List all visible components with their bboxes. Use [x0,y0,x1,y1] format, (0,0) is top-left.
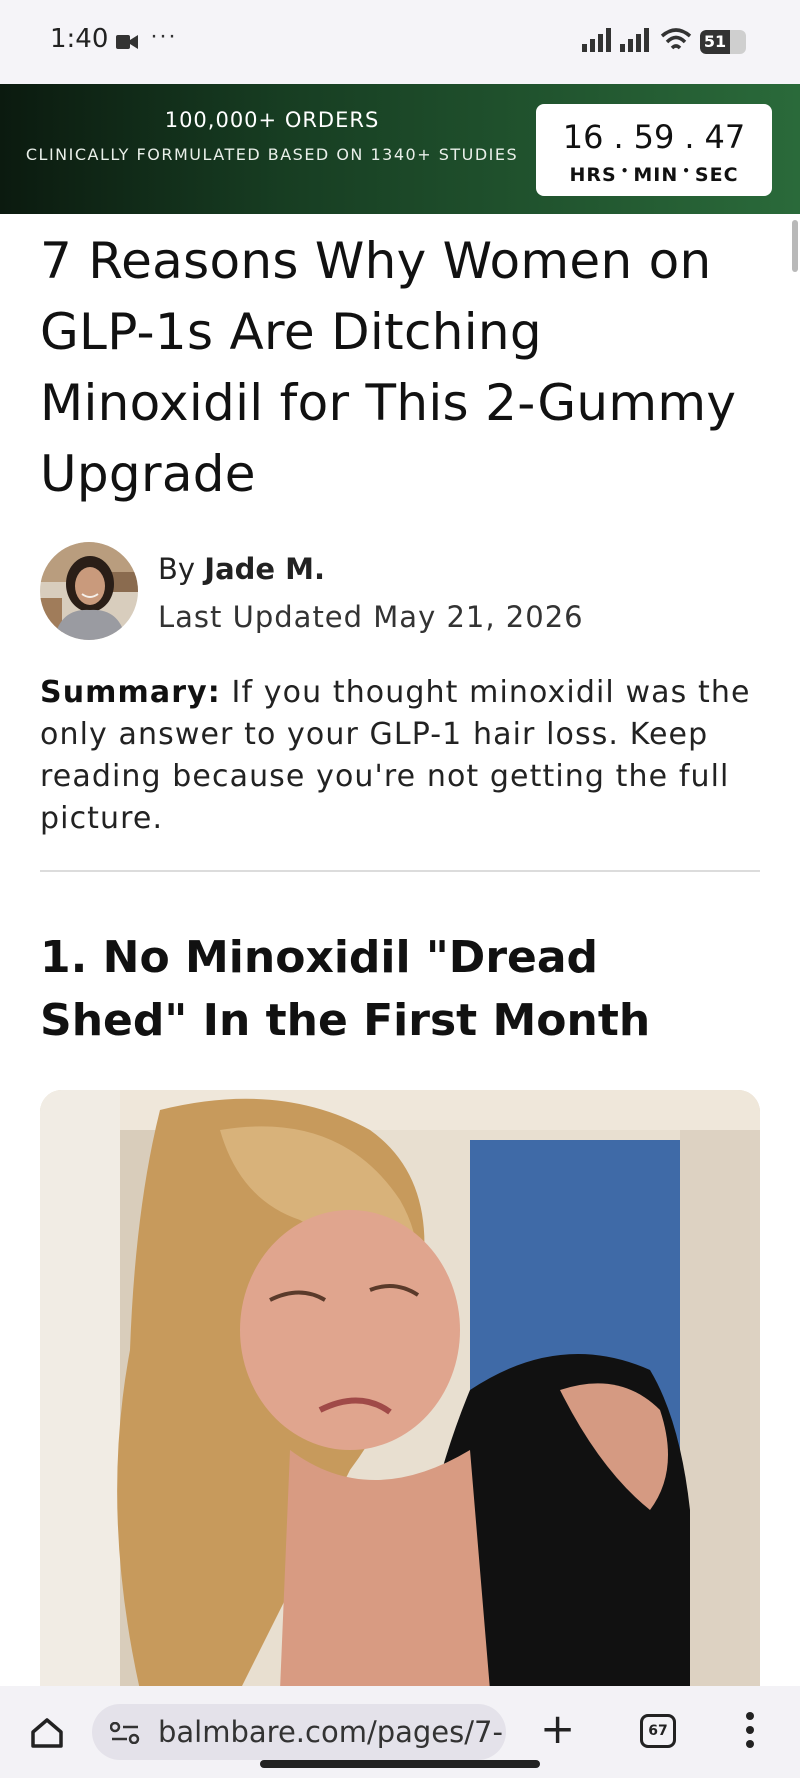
home-icon[interactable] [30,1716,64,1748]
timer-minutes: 59 [633,118,675,156]
divider [40,870,760,872]
page-scrollbar[interactable] [792,220,798,272]
promo-banner: 100,000+ ORDERS CLINICALLY FORMULATED BA… [0,84,800,214]
wifi-icon [660,28,692,50]
signal-icon-2 [620,28,649,52]
article-hero-image [40,1090,760,1690]
promo-title: 100,000+ ORDERS [164,108,380,132]
timer-minutes-label: MIN [633,164,679,186]
timer-hours: 16 [562,118,604,156]
timer-seconds: 47 [704,118,746,156]
author-row: By Jade M. Last Updated May 21, 2026 [40,542,760,652]
address-bar[interactable]: balmbare.com/pages/7- [92,1704,506,1760]
timer-digits: 16. 59. 47 [562,118,746,156]
signal-icon [582,28,611,52]
tab-count: 67 [648,1723,668,1739]
status-overflow: ··· [150,22,177,49]
gesture-bar[interactable] [260,1760,540,1768]
article-headline: 7 Reasons Why Women on GLP-1s Are Ditchi… [40,232,737,503]
timer-hours-label: HRS [569,164,617,186]
author-name[interactable]: Jade M. [204,552,325,586]
tabs-icon[interactable]: 67 [640,1714,676,1748]
url-text[interactable]: balmbare.com/pages/7- [158,1715,503,1749]
last-updated: Last Updated May 21, 2026 [158,600,584,634]
byline-prefix: By [158,552,196,586]
more-menu-icon[interactable] [744,1710,756,1750]
byline: By Jade M. [158,552,325,586]
site-settings-icon[interactable] [110,1722,140,1744]
countdown-timer: 16. 59. 47 HRS • MIN • SEC [536,104,772,196]
timer-seconds-label: SEC [694,164,739,186]
status-bar: 1:40 ··· 51 [0,0,800,84]
summary-label: Summary: [40,675,221,710]
promo-subtitle: CLINICALLY FORMULATED BASED ON 1340+ STU… [25,145,519,164]
section-heading-1: 1. No Minoxidil "Dread Shed" In the Firs… [40,932,651,1046]
video-camera-icon [116,35,138,49]
new-tab-icon[interactable]: + [540,1704,575,1753]
author-avatar [40,542,138,640]
timer-units: HRS • MIN • SEC [569,164,739,186]
article: 7 Reasons Why Women on GLP-1s Are Ditchi… [40,226,760,1046]
article-summary: Summary: If you thought minoxidil was th… [40,672,760,840]
battery-icon: 51 [700,30,746,54]
battery-level: 51 [703,32,727,51]
status-time: 1:40 [50,24,109,54]
